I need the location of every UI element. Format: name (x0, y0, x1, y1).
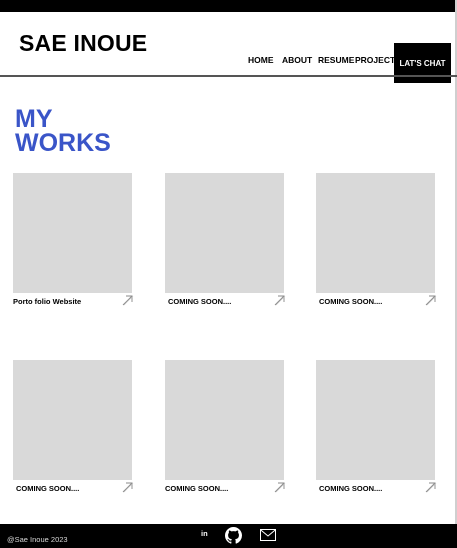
external-link-icon[interactable] (425, 294, 437, 306)
github-icon[interactable] (225, 527, 242, 544)
site-brand[interactable]: SAE INOUE (19, 30, 147, 57)
mail-icon[interactable] (260, 529, 276, 541)
section-title-line-2: WORKS (15, 129, 111, 157)
linkedin-icon[interactable]: in (201, 529, 208, 538)
external-link-icon[interactable] (122, 294, 134, 306)
chat-button[interactable]: LAT'S CHAT (394, 43, 451, 83)
nav-home[interactable]: HOME (248, 55, 274, 65)
work-thumbnail (13, 173, 132, 293)
work-card-6[interactable]: COMING SOON.... (316, 360, 446, 502)
section-title: MY WORKS (15, 105, 111, 157)
nav-about[interactable]: ABOUT (282, 55, 312, 65)
work-title: COMING SOON.... (319, 297, 383, 306)
work-thumbnail (13, 360, 132, 480)
top-bar (0, 0, 457, 12)
work-thumbnail (165, 360, 284, 480)
work-card-1[interactable]: Porto folio Website (13, 173, 143, 315)
work-thumbnail (316, 360, 435, 480)
work-card-5[interactable]: COMING SOON.... (165, 360, 295, 502)
work-thumbnail (316, 173, 435, 293)
section-title-line-1: MY (15, 105, 53, 133)
work-title: COMING SOON.... (319, 484, 383, 493)
external-link-icon[interactable] (425, 481, 437, 493)
work-title: COMING SOON.... (168, 297, 232, 306)
work-card-4[interactable]: COMING SOON.... (13, 360, 143, 502)
work-card-2[interactable]: COMING SOON.... (165, 173, 295, 315)
site-header: SAE INOUE HOME ABOUT RESUME PROJECT LAT'… (0, 12, 457, 83)
external-link-icon[interactable] (122, 481, 134, 493)
site-footer: @Sae Inoue 2023 in (0, 524, 457, 548)
chat-button-label: LAT'S CHAT (399, 58, 446, 68)
work-title: Porto folio Website (13, 297, 82, 306)
work-title: COMING SOON.... (165, 484, 229, 493)
copyright-text: @Sae Inoue 2023 (7, 535, 68, 544)
header-divider (0, 75, 457, 77)
work-title: COMING SOON.... (16, 484, 80, 493)
nav-project[interactable]: PROJECT (355, 55, 395, 65)
nav-resume[interactable]: RESUME (318, 55, 354, 65)
external-link-icon[interactable] (274, 294, 286, 306)
work-thumbnail (165, 173, 284, 293)
external-link-icon[interactable] (274, 481, 286, 493)
work-card-3[interactable]: COMING SOON.... (316, 173, 446, 315)
